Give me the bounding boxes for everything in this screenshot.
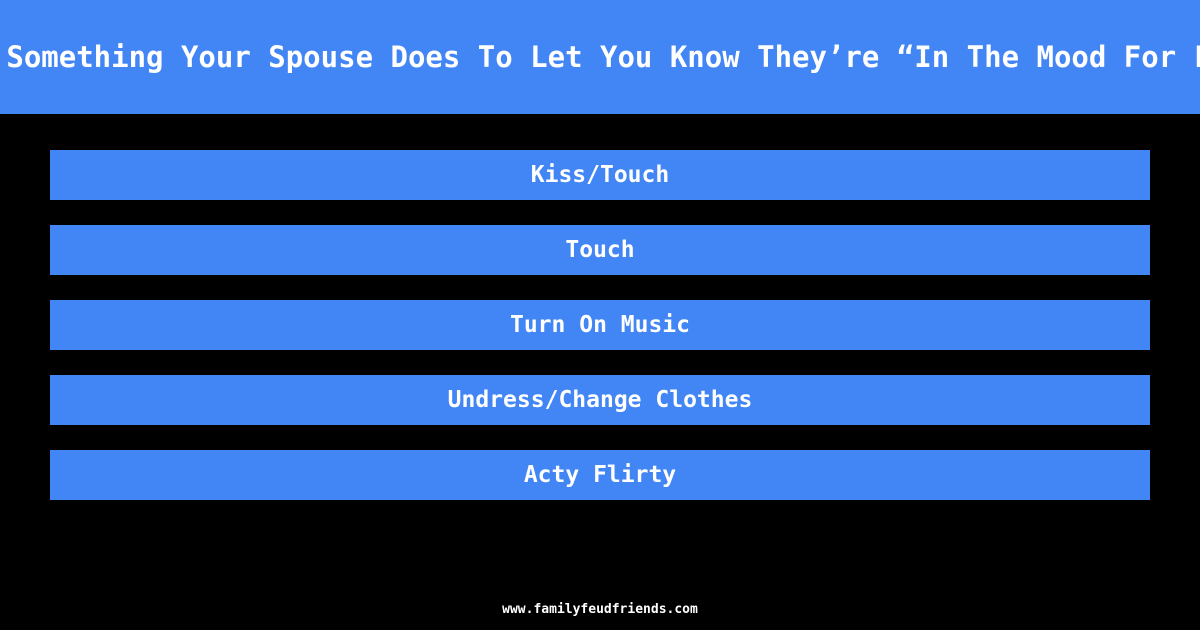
answer-bar-3[interactable]: Turn On Music (50, 300, 1150, 350)
answer-bar-2[interactable]: Touch (50, 225, 1150, 275)
answer-text-4: Undress/Change Clothes (447, 387, 753, 413)
footer: www.familyfeudfriends.com (0, 598, 1200, 617)
answer-text-5: Acty Flirty (523, 462, 677, 488)
answers-list: Kiss/Touch Touch Turn On Music Undress/C… (50, 150, 1150, 500)
question-header-band: Name Something Your Spouse Does To Let Y… (0, 0, 1200, 114)
answer-bar-1[interactable]: Kiss/Touch (50, 150, 1150, 200)
answer-text-3: Turn On Music (509, 312, 690, 338)
answer-text-2: Touch (565, 237, 635, 263)
answer-bar-4[interactable]: Undress/Change Clothes (50, 375, 1150, 425)
question-title: Name Something Your Spouse Does To Let Y… (0, 40, 1200, 74)
answer-board-page: Name Something Your Spouse Does To Let Y… (0, 0, 1200, 630)
footer-site-url: www.familyfeudfriends.com (502, 602, 698, 617)
answer-text-1: Kiss/Touch (530, 162, 670, 188)
answer-bar-5[interactable]: Acty Flirty (50, 450, 1150, 500)
